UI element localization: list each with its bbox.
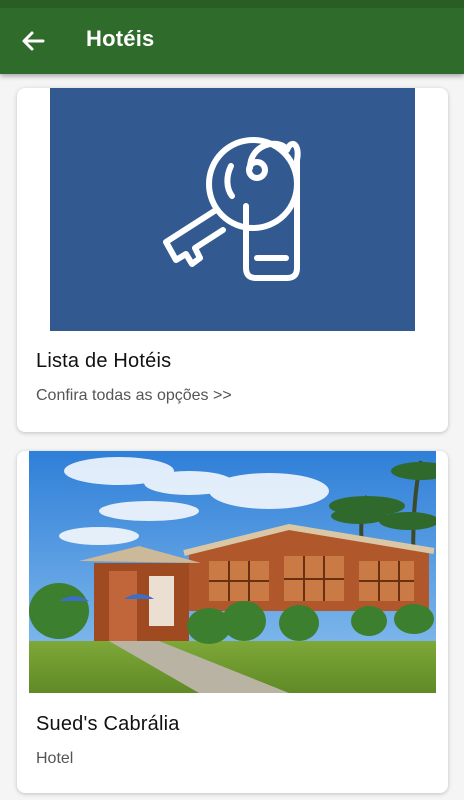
arrow-left-icon (22, 31, 45, 51)
card-subtitle[interactable]: Confira todas as opções >> (36, 387, 232, 405)
status-bar (0, 0, 464, 8)
page-title: Hotéis (86, 26, 155, 51)
card-subtitle: Hotel (36, 750, 74, 767)
key-with-tag-icon (50, 88, 415, 331)
hotel-card[interactable]: Sued's Cabrália Hotel (17, 451, 448, 793)
app-bar: Hotéis (0, 0, 464, 74)
hotel-list-card[interactable]: Lista de Hotéis Confira todas as opções … (17, 88, 448, 432)
card-title: Lista de Hotéis (36, 350, 172, 372)
back-button[interactable] (18, 26, 48, 56)
card-title: Sued's Cabrália (36, 713, 180, 735)
hotel-photo (29, 451, 436, 693)
